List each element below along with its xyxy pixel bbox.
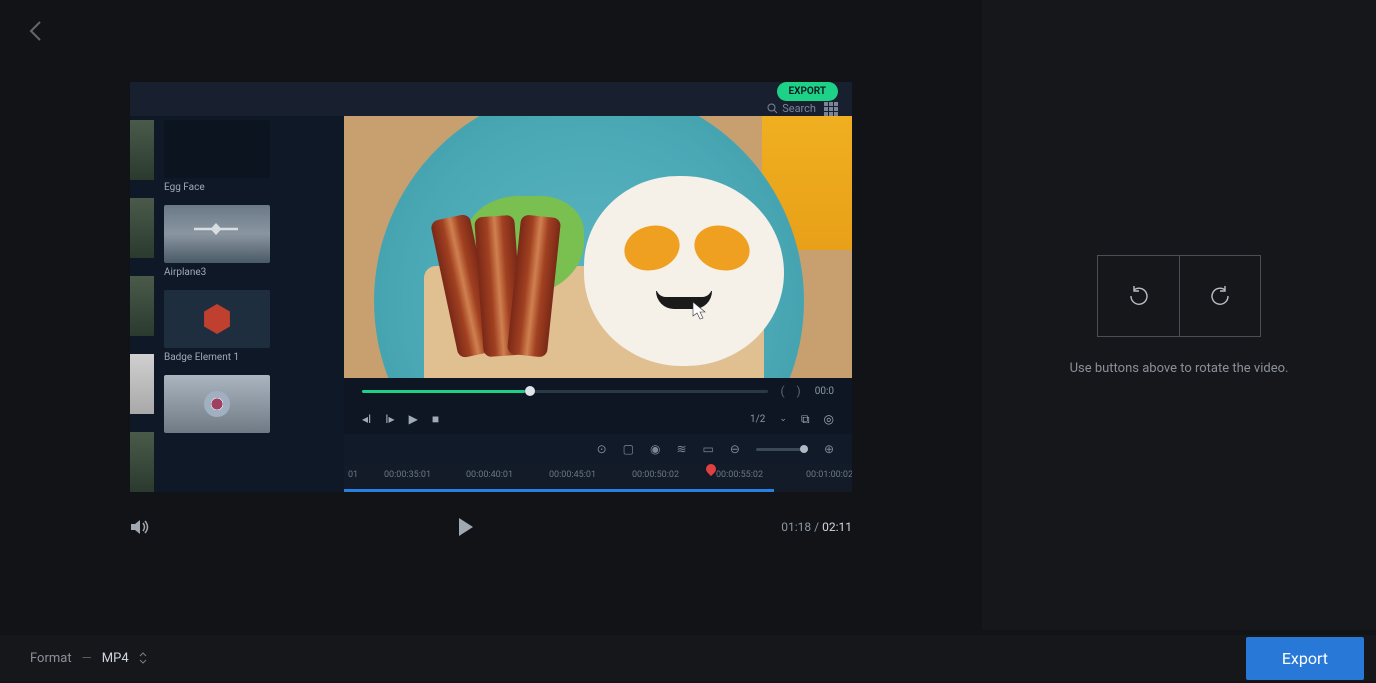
asset-item[interactable]: Badge Element 1 (164, 290, 334, 363)
scrub-knob[interactable] (525, 386, 535, 396)
toolbelt: ⊙ ▢ ◉ ≋ ▭ ⊖ ⊕ (344, 434, 852, 464)
scrub-time: 00:0 (815, 386, 834, 397)
editor-topbar: EXPORT (130, 82, 852, 101)
zoom-label: 1/2 (750, 414, 765, 425)
strip-thumb[interactable] (130, 432, 154, 492)
strip-thumb[interactable] (130, 276, 154, 336)
asset-label: Egg Face (164, 182, 334, 193)
timeline-mark: 00:00:50:02 (632, 470, 679, 480)
time-current: 01:18 (781, 520, 811, 534)
rotate-panel: Use buttons above to rotate the video. (982, 0, 1376, 630)
volume-icon[interactable] (130, 518, 150, 536)
search-input[interactable]: Search (767, 102, 816, 115)
editor-body: Egg Face Airplane3 Badge Element 1 (130, 116, 852, 492)
timeline-mark: 00:00:45:01 (549, 470, 596, 480)
strip-thumb[interactable] (130, 120, 154, 180)
display-icon[interactable]: ⧉ (801, 412, 810, 427)
asset-label: Badge Element 1 (164, 352, 334, 363)
settings-icon[interactable]: ≋ (676, 442, 686, 456)
rotate-left-button[interactable] (1097, 255, 1179, 337)
rotate-button-group (1097, 255, 1261, 337)
rotate-cw-icon (1207, 283, 1233, 309)
asset-panel: Egg Face Airplane3 Badge Element 1 (154, 116, 344, 492)
asset-label: Airplane3 (164, 267, 334, 278)
search-icon (767, 103, 778, 114)
asset-thumb (164, 120, 270, 178)
time-separator: / (814, 520, 819, 534)
preview-scrubber[interactable]: ( ) 00:0 (344, 378, 852, 404)
camera-icon[interactable]: ◎ (824, 412, 834, 426)
timeline-mark: 00:00:40:01 (466, 470, 513, 480)
chevron-updown-icon (139, 652, 147, 664)
asset-item[interactable] (164, 375, 334, 433)
play-icon[interactable]: ▶ (409, 412, 418, 426)
mic-icon[interactable]: ◉ (650, 442, 660, 456)
zoom-slider[interactable] (756, 448, 808, 451)
stop-icon[interactable]: ■ (432, 412, 439, 426)
step-back-icon[interactable]: ◂I (362, 412, 371, 426)
zoom-out-icon[interactable]: ⊖ (730, 442, 740, 456)
preview-controls: ◂I I▸ ▶ ■ 1/2 ⌄ ⧉ ◎ (344, 404, 852, 434)
format-label: Format (30, 651, 72, 666)
preview-area: ( ) 00:0 ◂I I▸ ▶ ■ 1/2 ⌄ ⧉ ◎ ⊙ (344, 116, 852, 492)
timeline-mark: 01 (348, 470, 358, 480)
strip-thumb[interactable] (130, 198, 154, 258)
time-display: 01:18 / 02:11 (781, 520, 852, 534)
rotate-hint-text: Use buttons above to rotate the video. (1070, 361, 1289, 376)
sidebar-thumb-strip (130, 116, 154, 492)
zoom-in-icon[interactable]: ⊕ (824, 442, 834, 456)
asset-thumb (164, 205, 270, 263)
time-duration: 02:11 (822, 520, 852, 534)
format-dash: — (82, 651, 92, 666)
timeline-clip[interactable] (344, 489, 774, 492)
timeline-mark: 00:00:55:02 (716, 470, 763, 480)
scrub-track[interactable] (362, 390, 768, 393)
chevron-down-icon[interactable]: ⌄ (779, 414, 787, 424)
marker-icon[interactable]: ⊙ (597, 442, 607, 456)
asset-item[interactable]: Airplane3 (164, 205, 334, 278)
export-button[interactable]: Export (1246, 637, 1364, 680)
strip-thumb[interactable] (130, 354, 154, 414)
shield-icon[interactable]: ▢ (623, 442, 634, 456)
timeline-mark: 00:00:35:01 (384, 470, 431, 480)
asset-thumb (164, 290, 270, 348)
caption-icon[interactable]: ▭ (703, 442, 714, 456)
preview-frame (344, 116, 852, 378)
asset-item[interactable]: Egg Face (164, 120, 334, 193)
step-forward-icon[interactable]: I▸ (385, 412, 394, 426)
search-placeholder: Search (782, 102, 816, 115)
timeline-ruler[interactable]: 01 00:00:35:01 00:00:40:01 00:00:45:01 0… (344, 464, 852, 492)
editor-export-pill[interactable]: EXPORT (777, 82, 838, 101)
format-selector[interactable]: Format — MP4 (30, 651, 147, 666)
grid-view-icon[interactable] (824, 102, 838, 116)
main-player-controls: 01:18 / 02:11 (130, 512, 852, 542)
rotate-right-button[interactable] (1179, 255, 1261, 337)
rotate-ccw-icon (1126, 283, 1152, 309)
bottom-bar: Format — MP4 Export (0, 635, 1376, 681)
embedded-editor: EXPORT Search Egg Face Airplane3 (130, 82, 852, 492)
main-play-button[interactable] (457, 517, 475, 537)
bracket-icon: ( ) (780, 384, 802, 398)
timeline-mark: 00:01:00:02 (806, 470, 852, 480)
back-button[interactable] (28, 20, 42, 42)
video-preview[interactable] (344, 116, 852, 378)
asset-thumb (164, 375, 270, 433)
editor-subbar: Search (130, 101, 852, 116)
format-value: MP4 (102, 651, 129, 666)
